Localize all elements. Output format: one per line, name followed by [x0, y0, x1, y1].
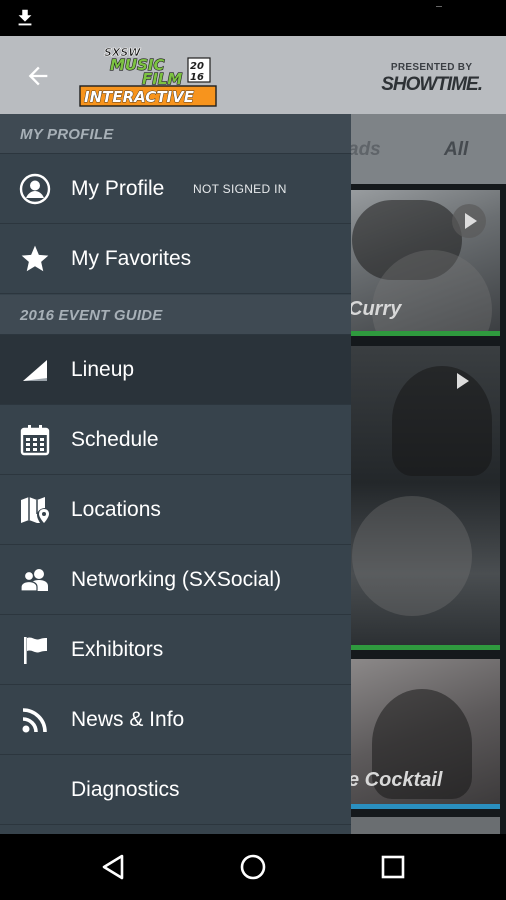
nav-back-button[interactable]	[96, 850, 130, 884]
people-icon	[20, 569, 48, 592]
rss-icon	[22, 708, 47, 733]
drawer-item-label: Networking (SXSocial)	[71, 568, 282, 591]
section-header-event-guide: 2016 EVENT GUIDE	[0, 295, 351, 335]
arrow-left-icon	[28, 66, 48, 86]
drawer-item-label: My Profile	[71, 177, 165, 200]
drawer-item-label: Lineup	[71, 358, 135, 381]
card-title: e Cocktail	[348, 769, 443, 791]
status-indicator	[436, 6, 442, 7]
drawer-item-exhibitors[interactable]: Exhibitors	[0, 615, 351, 685]
drawer-item-networking[interactable]: Networking (SXSocial)	[0, 545, 351, 615]
presented-by: PRESENTED BY SHOWTIME.	[381, 62, 483, 96]
system-nav-bar	[0, 834, 506, 900]
drawer-item-label: Exhibitors	[71, 638, 164, 661]
card-accent-bar	[342, 331, 500, 336]
nav-home-button[interactable]	[236, 850, 270, 884]
sign-in-status: NOT SIGNED IN	[193, 182, 287, 196]
play-icon[interactable]	[452, 204, 486, 238]
drawer-item-label: Locations	[71, 498, 161, 521]
star-icon	[21, 245, 49, 272]
card-title: Curry	[348, 298, 402, 320]
artist-card[interactable]	[342, 346, 500, 650]
drawer-item-lineup[interactable]: Lineup	[0, 335, 351, 405]
drawer-item-my-profile[interactable]: My Profile NOT SIGNED IN	[0, 154, 351, 224]
play-icon[interactable]	[444, 364, 478, 398]
artist-card[interactable]: Curry	[342, 190, 500, 336]
drawer-item-label: My Favorites	[71, 247, 192, 270]
navigation-drawer: MY PROFILE My Profile NOT SIGNED IN My F…	[0, 114, 351, 834]
tab-partial[interactable]: ads	[348, 139, 381, 161]
user-circle-icon	[19, 173, 51, 205]
svg-text:20: 20	[190, 61, 204, 72]
tab-all[interactable]: All	[444, 139, 468, 161]
section-header-my-profile: MY PROFILE	[0, 114, 351, 154]
drawer-item-label: News & Info	[71, 708, 185, 731]
calendar-icon	[20, 425, 50, 456]
artist-card[interactable]	[342, 817, 500, 834]
status-bar	[0, 0, 506, 36]
nav-recents-icon	[381, 855, 405, 879]
nav-recents-button[interactable]	[376, 850, 410, 884]
card-accent-bar	[342, 804, 500, 809]
drawer-item-label: Diagnostics	[71, 778, 180, 801]
drawer-item-my-favorites[interactable]: My Favorites	[0, 224, 351, 294]
drawer-item-schedule[interactable]: Schedule	[0, 405, 351, 475]
drawer-item-diagnostics[interactable]: Diagnostics	[0, 755, 351, 825]
lineup-icon	[23, 360, 47, 381]
back-button[interactable]	[18, 56, 58, 96]
sxsw-logo: SXSW MUSIC FILM 20 16 INTERACTIVE	[79, 46, 217, 107]
svg-text:16: 16	[190, 72, 204, 83]
drawer-item-locations[interactable]: Locations	[0, 475, 351, 545]
drawer-item-label: Schedule	[71, 428, 159, 451]
svg-text:INTERACTIVE: INTERACTIVE	[84, 88, 195, 106]
card-accent-bar	[342, 645, 500, 650]
sponsor-logo: SHOWTIME.	[381, 74, 483, 95]
presented-by-label: PRESENTED BY	[390, 62, 473, 73]
artist-card[interactable]: e Cocktail	[342, 659, 500, 809]
flag-icon	[24, 637, 47, 664]
drawer-item-news-info[interactable]: News & Info	[0, 685, 351, 755]
download-icon	[18, 9, 32, 26]
nav-home-icon	[240, 854, 266, 880]
app-header: SXSW MUSIC FILM 20 16 INTERACTIVE PRESEN…	[0, 36, 506, 114]
nav-back-icon	[102, 854, 124, 880]
map-pin-icon	[21, 497, 49, 523]
